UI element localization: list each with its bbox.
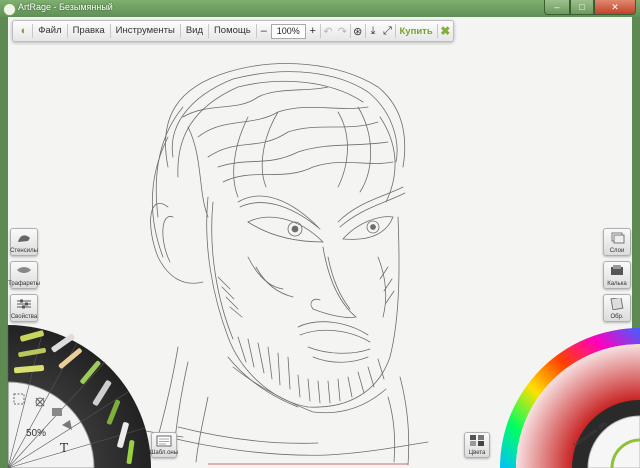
canvas-settings-icon[interactable]: ⊛ [351, 23, 365, 39]
colors-label: Цвета [468, 450, 486, 456]
references-button[interactable]: Обр. [603, 294, 631, 322]
window-controls: – □ ✕ [544, 0, 636, 15]
close-window-button[interactable]: ✕ [594, 0, 636, 15]
zoom-in-button[interactable]: + [306, 23, 320, 39]
templates-icon [156, 435, 172, 447]
layers-button[interactable]: Слои [603, 228, 631, 256]
tracing-label: Калька [607, 281, 627, 287]
maximize-button[interactable]: □ [570, 0, 594, 15]
layers-icon [611, 232, 625, 244]
close-toolbar-icon[interactable]: ✖ [438, 24, 453, 38]
references-label: Обр. [610, 314, 624, 320]
menu-help[interactable]: Помощь [209, 21, 256, 41]
buy-button[interactable]: Купить [396, 26, 437, 37]
reference-image-icon [610, 298, 624, 310]
redo-icon[interactable]: ↷ [335, 23, 349, 39]
templates-button[interactable]: Шабл.оны [149, 432, 179, 458]
layers-label: Слои [609, 248, 625, 254]
swatches-icon [470, 435, 484, 446]
menu-view[interactable]: Вид [181, 21, 208, 41]
tracing-icon [611, 265, 623, 275]
tool-wheel[interactable] [0, 0, 160, 468]
undo-icon[interactable]: ↶ [321, 23, 335, 39]
tool-zoom-percent[interactable]: 50% [26, 428, 46, 439]
tracing-button[interactable]: Калька [603, 261, 631, 289]
save-download-icon[interactable]: ⤓ [366, 23, 380, 39]
zoom-out-button[interactable]: – [257, 23, 271, 39]
fullscreen-icon[interactable]: ⤢ [380, 23, 394, 39]
templates-label: Шабл.оны [149, 450, 179, 456]
minimize-button[interactable]: – [544, 0, 570, 15]
zoom-level-field[interactable]: 100% [270, 23, 306, 39]
text-tool-icon[interactable]: T [60, 441, 68, 455]
colors-button[interactable]: Цвета [464, 432, 490, 458]
